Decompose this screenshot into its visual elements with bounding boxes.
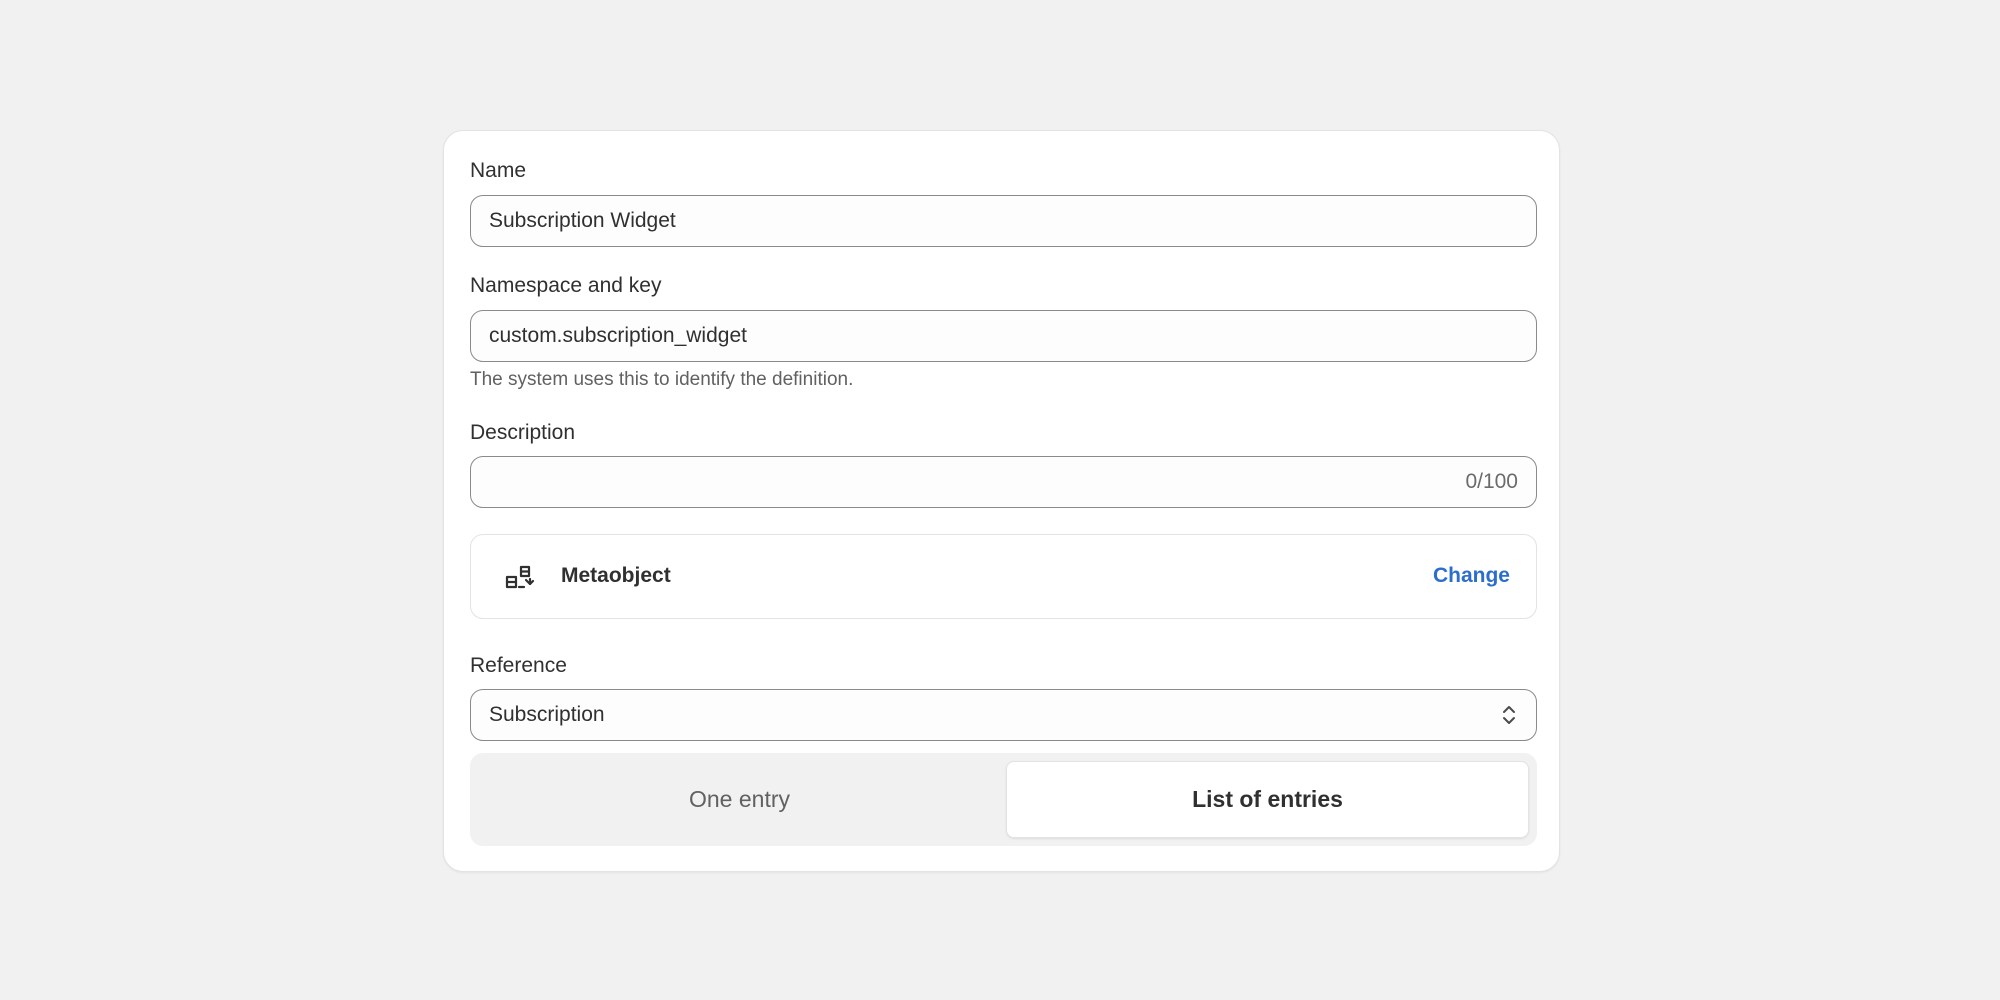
metaobject-icon	[505, 565, 535, 589]
type-name: Metaobject	[561, 564, 671, 587]
reference-select-value: Subscription	[489, 703, 605, 726]
one-entry-option[interactable]: One entry	[478, 761, 1001, 838]
type-selection-row: Metaobject Change	[470, 534, 1537, 619]
list-of-entries-option[interactable]: List of entries	[1006, 761, 1529, 838]
namespace-key-field[interactable]: custom.subscription_widget	[470, 310, 1537, 362]
reference-label: Reference	[470, 654, 567, 677]
select-chevron-icon	[1503, 706, 1515, 724]
description-label: Description	[470, 421, 576, 444]
entry-count-toggle: One entry List of entries	[470, 753, 1537, 846]
description-character-counter: 0/100	[1465, 470, 1518, 493]
metafield-definition-card: Name Subscription Widget Namespace and k…	[443, 130, 1560, 872]
namespace-label: Namespace and key	[470, 274, 662, 297]
description-field[interactable]: 0/100	[470, 456, 1537, 508]
namespace-help-text: The system uses this to identify the def…	[470, 369, 854, 390]
namespace-key-value: custom.subscription_widget	[489, 324, 747, 347]
change-type-link[interactable]: Change	[1433, 564, 1510, 588]
name-label: Name	[470, 159, 527, 182]
name-field-value: Subscription Widget	[489, 209, 676, 232]
reference-select[interactable]: Subscription	[470, 689, 1537, 741]
name-field[interactable]: Subscription Widget	[470, 195, 1537, 247]
